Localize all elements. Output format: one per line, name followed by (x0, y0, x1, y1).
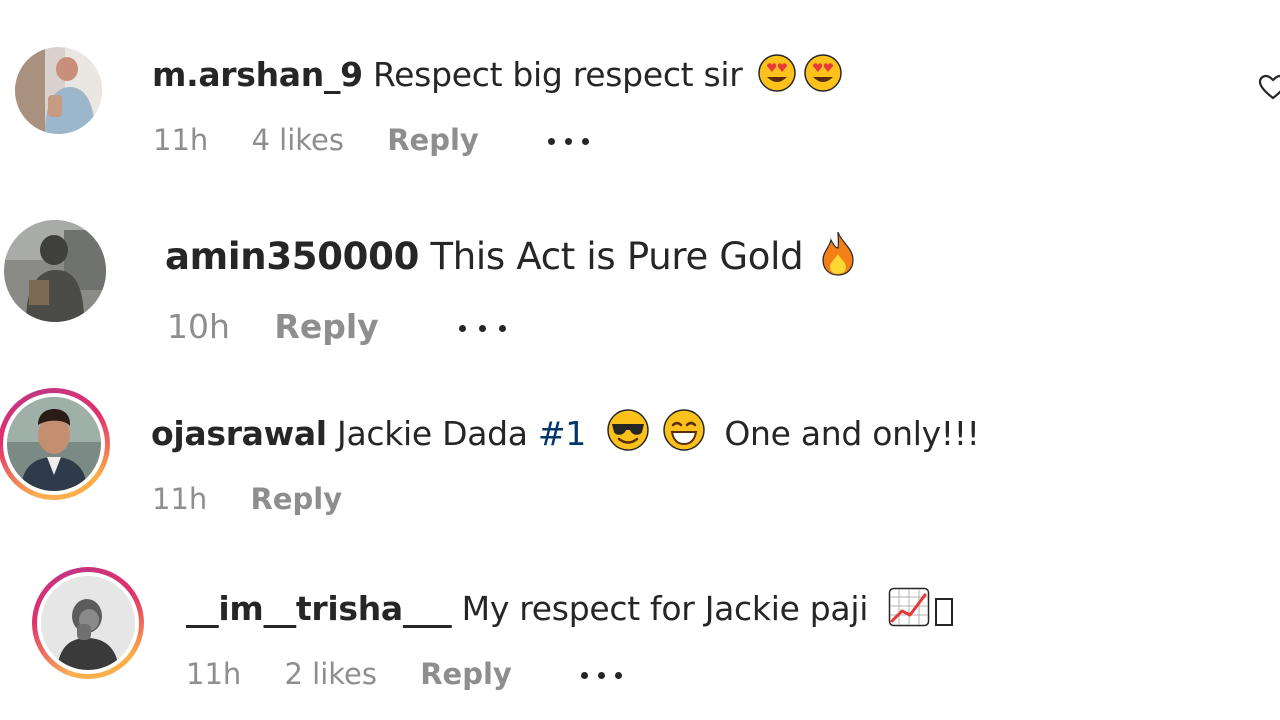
comment-time: 10h (167, 307, 230, 346)
comment-body-end: One and only!!! (724, 414, 980, 453)
reply-button[interactable]: Reply (251, 481, 343, 517)
comment-username[interactable]: __im__trisha___ (186, 589, 452, 628)
comment-body: This Act is Pure Gold (430, 235, 804, 278)
more-options-icon[interactable] (459, 324, 511, 333)
comment-item: ojasrawal Jackie Dada #1 One and only!!!… (0, 370, 1280, 560)
comment-time: 11h (153, 123, 209, 157)
comment-meta: 11h Reply (152, 481, 402, 517)
reply-button[interactable]: Reply (387, 122, 479, 158)
missing-glyph-icon (934, 596, 954, 636)
comment-time: 11h (186, 657, 242, 691)
comment-text: ojasrawal Jackie Dada #1 One and only!!! (151, 408, 980, 461)
grinning-emoji (662, 408, 706, 461)
comment-time: 11h (152, 482, 208, 516)
comment-meta: 10h Reply (167, 309, 511, 345)
avatar[interactable] (4, 220, 106, 322)
comment-item: amin350000 This Act is Pure Gold 10h Rep… (0, 180, 1280, 370)
comment-meta: 11h 4 likes Reply (153, 122, 592, 158)
comment-body: My respect for Jackie paji (461, 589, 869, 628)
comment-likes[interactable]: 4 likes (252, 122, 345, 158)
story-ring[interactable] (0, 388, 110, 500)
comment-text: m.arshan_9 Respect big respect sir (152, 53, 843, 102)
comment-username[interactable]: amin350000 (165, 235, 419, 278)
comment-item: m.arshan_9 Respect big respect sir 11h 4… (0, 0, 1280, 180)
sunglasses-emoji (606, 408, 650, 461)
comment-likes[interactable]: 2 likes (285, 656, 378, 692)
reply-button[interactable]: Reply (420, 656, 512, 692)
comment-body: Jackie Dada (337, 414, 528, 453)
reply-button[interactable]: Reply (274, 309, 378, 345)
heart-eyes-emoji (757, 53, 797, 102)
avatar[interactable] (41, 576, 135, 670)
comment-item: __im__trisha___ My respect for Jackie pa… (0, 560, 1280, 720)
comment-text: amin350000 This Act is Pure Gold (165, 230, 857, 284)
more-options-icon[interactable] (581, 672, 625, 680)
comment-username[interactable]: m.arshan_9 (152, 55, 363, 94)
more-options-icon[interactable] (548, 138, 592, 146)
hashtag-link[interactable]: #1 (538, 414, 586, 453)
heart-eyes-emoji (803, 53, 843, 102)
comment-text: __im__trisha___ My respect for Jackie pa… (186, 587, 954, 636)
chart-increasing-emoji (888, 587, 930, 636)
fire-emoji (819, 230, 857, 284)
avatar[interactable] (15, 47, 102, 134)
comment-meta: 11h 2 likes Reply (186, 656, 625, 692)
comment-body: Respect big respect sir (373, 55, 743, 94)
comment-username[interactable]: ojasrawal (151, 414, 327, 453)
avatar[interactable] (7, 397, 101, 491)
story-ring[interactable] (32, 567, 144, 679)
